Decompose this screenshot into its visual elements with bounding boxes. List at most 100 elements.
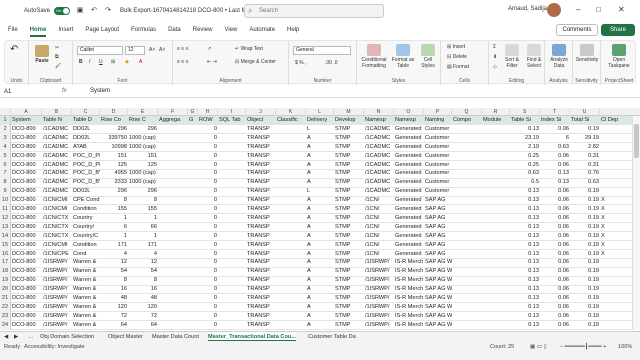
cell[interactable]: SAP AG — [424, 241, 452, 250]
cell[interactable]: DCO-800 — [11, 303, 42, 312]
tab-data[interactable]: Data — [168, 27, 181, 33]
cell[interactable]: /1CN/CMI — [42, 205, 72, 214]
cell[interactable]: SAP AG W — [424, 285, 452, 294]
indent-icon[interactable]: ⇤ ⇥ — [207, 59, 217, 66]
cell[interactable]: 0.06 — [540, 232, 570, 241]
cell[interactable]: 0.06 — [540, 152, 570, 161]
cell[interactable]: DD02L — [72, 125, 100, 134]
row-number[interactable]: 22 — [0, 302, 11, 312]
cell[interactable] — [188, 241, 198, 250]
cell[interactable]: /1ISRWP/ — [364, 267, 394, 276]
cell[interactable]: STMP — [334, 169, 364, 178]
cell[interactable]: TRANSP — [246, 205, 276, 214]
cell[interactable]: 29.19 — [570, 134, 600, 143]
cell[interactable]: 2.19 — [510, 143, 540, 152]
cell[interactable]: Generated — [394, 187, 424, 196]
cell[interactable] — [276, 205, 306, 214]
cell[interactable]: 64 — [100, 321, 128, 330]
cell[interactable]: Condition — [72, 205, 100, 214]
cell[interactable]: Generated — [394, 161, 424, 170]
cell[interactable] — [276, 232, 306, 241]
cell[interactable]: DCO-800 — [11, 187, 42, 196]
tab-page-layout[interactable]: Page Layout — [85, 27, 119, 33]
cell[interactable] — [188, 303, 198, 312]
cell[interactable] — [188, 321, 198, 330]
column-title[interactable]: Object — [246, 116, 276, 125]
cell[interactable]: A — [306, 143, 334, 152]
cell[interactable]: 0.25 — [510, 152, 540, 161]
cell[interactable]: 0 — [198, 152, 218, 161]
cell[interactable] — [452, 312, 482, 321]
cell[interactable] — [158, 258, 188, 267]
column-title[interactable]: Index Si — [540, 116, 570, 125]
cell[interactable]: X — [600, 205, 632, 214]
cell[interactable]: 0.13 — [510, 312, 540, 321]
cell[interactable]: Generated — [394, 196, 424, 205]
cell[interactable]: 0.19 — [570, 250, 600, 259]
cell[interactable] — [452, 169, 482, 178]
cell[interactable]: /1ISRWP/ — [42, 321, 72, 330]
tab-home[interactable]: Home — [29, 27, 46, 37]
cell[interactable]: 0.76 — [570, 169, 600, 178]
cell[interactable]: 0.13 — [510, 303, 540, 312]
cell[interactable]: DCO-800 — [11, 223, 42, 232]
cell[interactable]: 151 — [100, 152, 128, 161]
cell[interactable]: Customer — [424, 187, 452, 196]
cell[interactable]: A — [306, 152, 334, 161]
cell[interactable]: 0.13 — [510, 321, 540, 330]
cell[interactable] — [218, 285, 246, 294]
cell[interactable]: Warren & — [72, 321, 100, 330]
column-header-a[interactable]: A — [11, 108, 42, 116]
cell[interactable]: 0.13 — [510, 205, 540, 214]
minimize-icon[interactable]: – — [576, 5, 580, 14]
cell[interactable]: 0 — [198, 241, 218, 250]
cell[interactable]: X — [600, 232, 632, 241]
cell[interactable]: 1000 (cap) — [128, 169, 158, 178]
cell[interactable]: X — [600, 214, 632, 223]
cell[interactable] — [600, 178, 632, 187]
cell[interactable] — [482, 134, 510, 143]
cell[interactable]: /1CN/ — [364, 250, 394, 259]
cell[interactable] — [482, 294, 510, 303]
cell[interactable]: A — [306, 169, 334, 178]
row-number[interactable]: 5 — [0, 151, 11, 161]
cell[interactable] — [600, 134, 632, 143]
italic-button[interactable]: I — [89, 59, 90, 66]
cell[interactable] — [276, 258, 306, 267]
column-header-q[interactable]: Q — [452, 108, 482, 116]
column-header-m[interactable]: M — [334, 108, 364, 116]
cell[interactable]: 0.13 — [540, 169, 570, 178]
cell[interactable] — [276, 321, 306, 330]
cell[interactable] — [188, 161, 198, 170]
cell[interactable]: 1000 (cap) — [128, 178, 158, 187]
cell[interactable]: 0.31 — [570, 161, 600, 170]
column-title[interactable]: G — [188, 116, 198, 125]
cell[interactable]: 8 — [100, 196, 128, 205]
cell[interactable]: A — [306, 312, 334, 321]
column-header-n[interactable]: N — [364, 108, 394, 116]
cell[interactable]: 0 — [198, 276, 218, 285]
cell[interactable]: TRANSP — [246, 223, 276, 232]
cell[interactable]: A — [306, 303, 334, 312]
cell[interactable]: 155 — [128, 205, 158, 214]
cell[interactable] — [276, 303, 306, 312]
zoom-slider[interactable]: – ━━━━━━┃━━━━ + — [560, 344, 607, 350]
cell[interactable]: /1CADMC — [42, 169, 72, 178]
cell[interactable] — [158, 241, 188, 250]
cell[interactable]: /1CADMC — [42, 161, 72, 170]
row-number[interactable]: 7 — [0, 169, 11, 179]
cell[interactable] — [188, 187, 198, 196]
cell[interactable]: POC_D_PE — [72, 161, 100, 170]
cell[interactable] — [452, 152, 482, 161]
cell[interactable]: Country/ — [72, 223, 100, 232]
column-header-l[interactable]: L — [306, 108, 334, 116]
cell[interactable] — [188, 276, 198, 285]
cell[interactable]: 0.19 — [570, 241, 600, 250]
cell[interactable]: 0 — [198, 214, 218, 223]
cell[interactable]: 1 — [100, 232, 128, 241]
cell[interactable] — [452, 250, 482, 259]
cell[interactable] — [482, 125, 510, 134]
cell[interactable]: Generated — [394, 152, 424, 161]
cell[interactable] — [600, 303, 632, 312]
row-number[interactable]: 20 — [0, 285, 11, 295]
